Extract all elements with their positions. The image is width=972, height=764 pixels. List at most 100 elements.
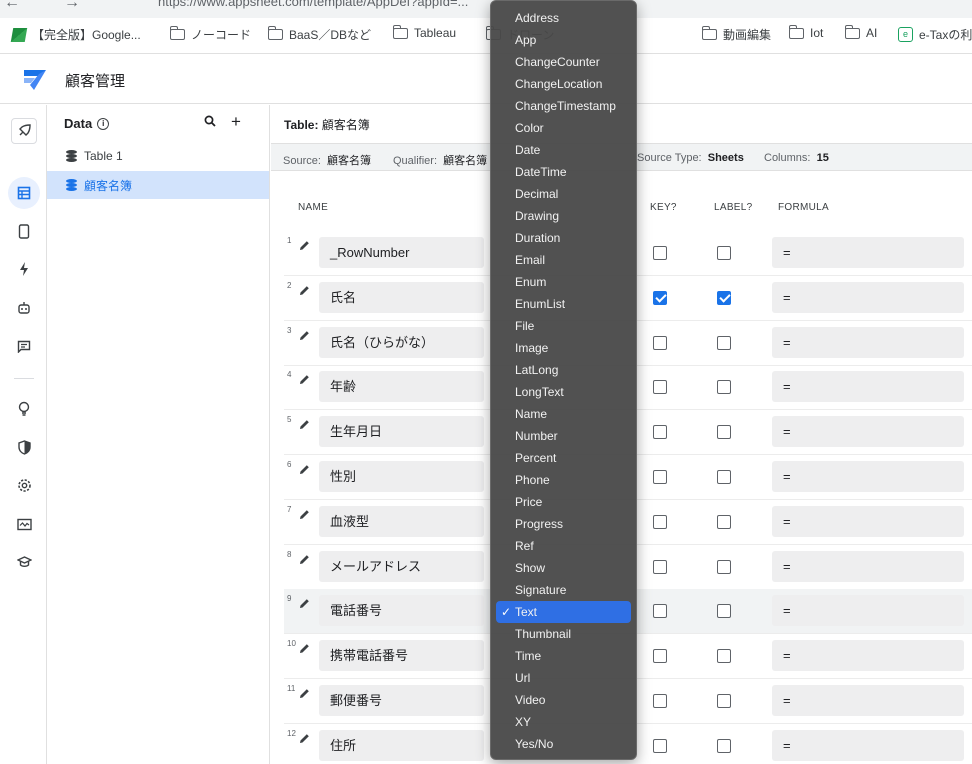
- label-checkbox[interactable]: [717, 246, 731, 260]
- learn-icon[interactable]: [11, 549, 37, 575]
- browser-address-bar[interactable]: ← → https://www.appsheet.com/template/Ap…: [0, 0, 972, 18]
- label-checkbox[interactable]: [717, 738, 731, 753]
- column-name-field[interactable]: 年齢: [319, 371, 484, 403]
- menu-item-changetimestamp[interactable]: ChangeTimestamp: [491, 95, 636, 117]
- key-checkbox[interactable]: [653, 559, 667, 574]
- menu-item-changelocation[interactable]: ChangeLocation: [491, 73, 636, 95]
- menu-item-drawing[interactable]: Drawing: [491, 205, 636, 227]
- label-checkbox[interactable]: [717, 559, 731, 574]
- menu-item-datetime[interactable]: DateTime: [491, 161, 636, 183]
- bookmark-item[interactable]: BaaS／DBなど: [268, 26, 371, 43]
- column-name-field[interactable]: メールアドレス: [319, 550, 484, 582]
- key-checkbox[interactable]: [653, 335, 667, 350]
- search-icon[interactable]: [204, 115, 216, 130]
- menu-item-color[interactable]: Color: [491, 117, 636, 139]
- key-checkbox[interactable]: [653, 649, 667, 664]
- edit-pencil-icon[interactable]: [299, 329, 310, 344]
- menu-item-number[interactable]: Number: [491, 425, 636, 447]
- column-name-field[interactable]: 氏名（ひらがな）: [319, 326, 484, 358]
- menu-item-xy[interactable]: XY: [491, 711, 636, 733]
- menu-item-latlong[interactable]: LatLong: [491, 359, 636, 381]
- automation-icon[interactable]: [11, 256, 37, 282]
- label-checkbox[interactable]: [717, 694, 731, 708]
- formula-field[interactable]: =: [772, 416, 964, 448]
- column-name-field[interactable]: _RowNumber: [319, 237, 484, 268]
- bookmark-item[interactable]: 動画編集: [702, 26, 771, 43]
- formula-field[interactable]: =: [772, 595, 964, 627]
- forward-icon[interactable]: →: [64, 0, 80, 12]
- bookmark-item[interactable]: ノーコード: [170, 26, 251, 43]
- views-icon[interactable]: [11, 218, 37, 244]
- edit-pencil-icon[interactable]: [299, 732, 310, 747]
- menu-item-date[interactable]: Date: [491, 139, 636, 161]
- label-checkbox[interactable]: [717, 425, 731, 440]
- menu-item-video[interactable]: Video: [491, 689, 636, 711]
- column-name-field[interactable]: 生年月日: [319, 416, 484, 448]
- label-checkbox[interactable]: [717, 514, 731, 529]
- formula-field[interactable]: =: [772, 461, 964, 492]
- launch-icon[interactable]: [11, 118, 37, 144]
- key-checkbox[interactable]: [653, 380, 667, 395]
- edit-pencil-icon[interactable]: [299, 687, 310, 702]
- column-name-field[interactable]: 氏名: [319, 281, 484, 313]
- edit-pencil-icon[interactable]: [299, 239, 310, 254]
- menu-item-email[interactable]: Email: [491, 249, 636, 271]
- formula-field[interactable]: =: [772, 729, 964, 761]
- edit-pencil-icon[interactable]: [299, 418, 310, 433]
- formula-field[interactable]: =: [772, 326, 964, 358]
- menu-item-decimal[interactable]: Decimal: [491, 183, 636, 205]
- menu-item-phone[interactable]: Phone: [491, 469, 636, 491]
- menu-item-name[interactable]: Name: [491, 403, 636, 425]
- panel-item-table-1[interactable]: Table 1: [47, 142, 269, 170]
- key-checkbox[interactable]: [653, 514, 667, 529]
- idea-icon[interactable]: [11, 395, 37, 421]
- label-checkbox[interactable]: [717, 649, 731, 664]
- key-checkbox[interactable]: [653, 290, 667, 305]
- info-icon[interactable]: i: [97, 117, 110, 130]
- menu-item-price[interactable]: Price: [491, 491, 636, 513]
- back-icon[interactable]: ←: [4, 0, 20, 12]
- column-name-field[interactable]: 電話番号: [319, 595, 484, 627]
- key-checkbox[interactable]: [653, 246, 667, 260]
- edit-pencil-icon[interactable]: [299, 373, 310, 388]
- chat-icon[interactable]: [11, 333, 37, 359]
- formula-field[interactable]: =: [772, 685, 964, 716]
- bookmark-item[interactable]: Tableau: [393, 24, 456, 40]
- data-icon[interactable]: [8, 177, 40, 209]
- formula-field[interactable]: =: [772, 281, 964, 313]
- menu-item-text[interactable]: ✓ Text: [496, 601, 631, 623]
- label-checkbox[interactable]: [717, 335, 731, 350]
- key-checkbox[interactable]: [653, 738, 667, 753]
- menu-item-show[interactable]: Show: [491, 557, 636, 579]
- bookmark-item[interactable]: AI: [845, 24, 877, 40]
- security-icon[interactable]: [11, 434, 37, 460]
- column-name-field[interactable]: 住所: [319, 729, 484, 761]
- menu-item-enumlist[interactable]: EnumList: [491, 293, 636, 315]
- label-checkbox[interactable]: [717, 380, 731, 395]
- column-name-field[interactable]: 血液型: [319, 505, 484, 537]
- formula-field[interactable]: =: [772, 371, 964, 403]
- column-name-field[interactable]: 郵便番号: [319, 685, 484, 716]
- bot-icon[interactable]: [11, 295, 37, 321]
- menu-item-duration[interactable]: Duration: [491, 227, 636, 249]
- menu-item-time[interactable]: Time: [491, 645, 636, 667]
- monitor-icon[interactable]: [11, 511, 37, 537]
- menu-item-url[interactable]: Url: [491, 667, 636, 689]
- menu-item-progress[interactable]: Progress: [491, 513, 636, 535]
- edit-pencil-icon[interactable]: [299, 284, 310, 299]
- formula-field[interactable]: =: [772, 550, 964, 582]
- menu-item-enum[interactable]: Enum: [491, 271, 636, 293]
- edit-pencil-icon[interactable]: [299, 463, 310, 478]
- add-table-button[interactable]: +: [231, 112, 241, 132]
- menu-item-app[interactable]: App: [491, 29, 636, 51]
- column-name-field[interactable]: 性別: [319, 461, 484, 492]
- menu-item-signature[interactable]: Signature: [491, 579, 636, 601]
- label-checkbox[interactable]: [717, 604, 731, 619]
- key-checkbox[interactable]: [653, 604, 667, 619]
- menu-item-ref[interactable]: Ref: [491, 535, 636, 557]
- appsheet-logo-icon[interactable]: [22, 68, 48, 97]
- formula-field[interactable]: =: [772, 505, 964, 537]
- menu-item-changecounter[interactable]: ChangeCounter: [491, 51, 636, 73]
- panel-item-kokyaku-meibo[interactable]: 顧客名簿: [47, 171, 269, 199]
- edit-pencil-icon[interactable]: [299, 642, 310, 657]
